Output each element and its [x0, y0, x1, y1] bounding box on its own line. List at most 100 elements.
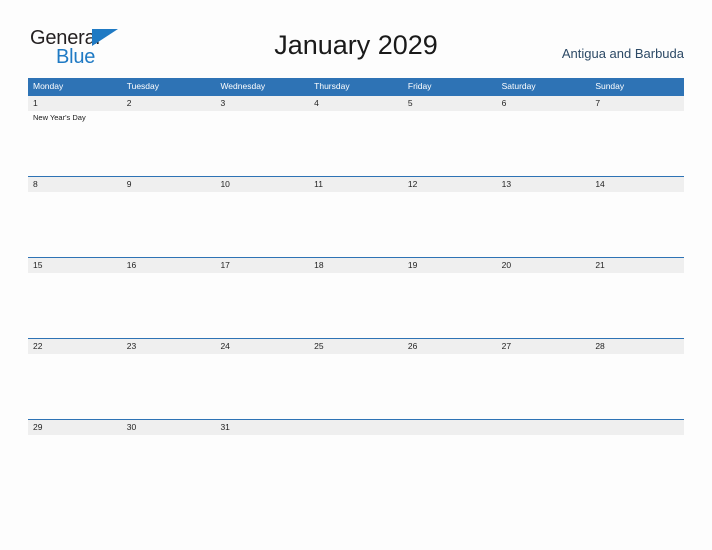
weekday-thursday: Thursday — [314, 81, 350, 91]
date-number[interactable]: 17 — [215, 258, 309, 273]
day-cell[interactable] — [309, 273, 403, 337]
day-cell[interactable] — [590, 192, 684, 256]
date-number[interactable]: 29 — [28, 420, 122, 435]
date-number[interactable]: 24 — [215, 339, 309, 354]
logo-text-blue: Blue — [56, 46, 96, 68]
date-number[interactable]: 27 — [497, 339, 591, 354]
date-number-empty — [590, 420, 684, 435]
day-cell[interactable] — [215, 111, 309, 175]
date-number[interactable]: 28 — [590, 339, 684, 354]
weekday-saturday: Saturday — [501, 81, 536, 91]
country-label: Antigua and Barbuda — [561, 46, 684, 61]
weekday-sunday: Sunday — [595, 81, 625, 91]
date-number-empty — [403, 420, 497, 435]
date-number[interactable]: 21 — [590, 258, 684, 273]
date-number[interactable]: 1 — [28, 96, 122, 111]
day-cell[interactable] — [122, 273, 216, 337]
day-content-band — [28, 192, 684, 256]
day-cell[interactable] — [403, 192, 497, 256]
date-number[interactable]: 12 — [403, 177, 497, 192]
date-number[interactable]: 8 — [28, 177, 122, 192]
day-cell[interactable] — [309, 111, 403, 175]
date-number[interactable]: 23 — [122, 339, 216, 354]
date-number-band: 29 30 31 — [28, 420, 684, 435]
week-row: 29 30 31 — [28, 419, 684, 500]
weekday-monday: Monday — [33, 81, 64, 91]
holiday-label: New Year's Day — [33, 113, 86, 122]
week-row: 8 9 10 11 12 13 14 — [28, 176, 684, 257]
date-number[interactable]: 9 — [122, 177, 216, 192]
day-cell[interactable] — [403, 354, 497, 418]
week-row: 1 2 3 4 5 6 7 New Year's Day — [28, 95, 684, 176]
calendar-page: General Blue January 2029 Antigua and Ba… — [0, 0, 712, 550]
day-cell[interactable] — [122, 111, 216, 175]
day-cell[interactable] — [122, 192, 216, 256]
day-cell[interactable] — [309, 354, 403, 418]
date-number[interactable]: 25 — [309, 339, 403, 354]
date-number[interactable]: 13 — [497, 177, 591, 192]
date-number[interactable]: 4 — [309, 96, 403, 111]
day-cell-empty — [309, 435, 403, 499]
day-cell[interactable] — [403, 273, 497, 337]
logo-flag-icon — [92, 29, 118, 46]
weekday-wednesday: Wednesday — [220, 81, 266, 91]
day-cell[interactable] — [590, 273, 684, 337]
week-row: 15 16 17 18 19 20 21 — [28, 257, 684, 338]
date-number[interactable]: 10 — [215, 177, 309, 192]
day-cell[interactable] — [28, 435, 122, 499]
day-cell[interactable] — [122, 435, 216, 499]
day-cell-empty — [403, 435, 497, 499]
day-cell[interactable] — [28, 354, 122, 418]
day-cell[interactable] — [497, 111, 591, 175]
date-number[interactable]: 5 — [403, 96, 497, 111]
day-cell[interactable] — [122, 354, 216, 418]
date-number[interactable]: 22 — [28, 339, 122, 354]
date-number-empty — [497, 420, 591, 435]
weekday-tuesday: Tuesday — [126, 81, 160, 91]
day-cell[interactable] — [215, 435, 309, 499]
weekday-friday: Friday — [407, 81, 432, 91]
day-cell[interactable] — [309, 192, 403, 256]
date-number[interactable]: 26 — [403, 339, 497, 354]
date-number[interactable]: 20 — [497, 258, 591, 273]
page-header: General Blue January 2029 Antigua and Ba… — [0, 0, 712, 78]
date-number[interactable]: 14 — [590, 177, 684, 192]
date-number[interactable]: 16 — [122, 258, 216, 273]
day-cell[interactable] — [28, 192, 122, 256]
page-title: January 2029 — [274, 30, 438, 60]
date-number[interactable]: 30 — [122, 420, 216, 435]
date-number[interactable]: 2 — [122, 96, 216, 111]
date-number-band: 15 16 17 18 19 20 21 — [28, 258, 684, 273]
date-number[interactable]: 19 — [403, 258, 497, 273]
day-cell[interactable] — [590, 111, 684, 175]
day-cell[interactable] — [403, 111, 497, 175]
day-cell[interactable] — [215, 192, 309, 256]
date-number[interactable]: 11 — [309, 177, 403, 192]
date-number[interactable]: 7 — [590, 96, 684, 111]
day-cell[interactable] — [497, 354, 591, 418]
date-number-empty — [309, 420, 403, 435]
day-cell[interactable] — [497, 192, 591, 256]
date-number-band: 22 23 24 25 26 27 28 — [28, 339, 684, 354]
day-cell[interactable] — [215, 354, 309, 418]
day-content-band — [28, 354, 684, 418]
day-cell[interactable] — [590, 354, 684, 418]
date-number[interactable]: 6 — [497, 96, 591, 111]
date-number[interactable]: 3 — [215, 96, 309, 111]
day-cell-empty — [590, 435, 684, 499]
date-number-band: 1 2 3 4 5 6 7 — [28, 96, 684, 111]
week-row: 22 23 24 25 26 27 28 — [28, 338, 684, 419]
day-cell[interactable] — [215, 273, 309, 337]
day-cell-empty — [497, 435, 591, 499]
date-number[interactable]: 31 — [215, 420, 309, 435]
logo-text-general: General — [30, 27, 100, 49]
date-number-band: 8 9 10 11 12 13 14 — [28, 177, 684, 192]
day-cell[interactable] — [497, 273, 591, 337]
date-number[interactable]: 15 — [28, 258, 122, 273]
date-number[interactable]: 18 — [309, 258, 403, 273]
generalblue-logo[interactable]: General Blue — [30, 28, 140, 72]
calendar-grid: Monday Tuesday Wednesday Thursday Friday… — [28, 78, 684, 500]
day-content-band: New Year's Day — [28, 111, 684, 175]
day-cell[interactable]: New Year's Day — [28, 111, 122, 175]
day-cell[interactable] — [28, 273, 122, 337]
